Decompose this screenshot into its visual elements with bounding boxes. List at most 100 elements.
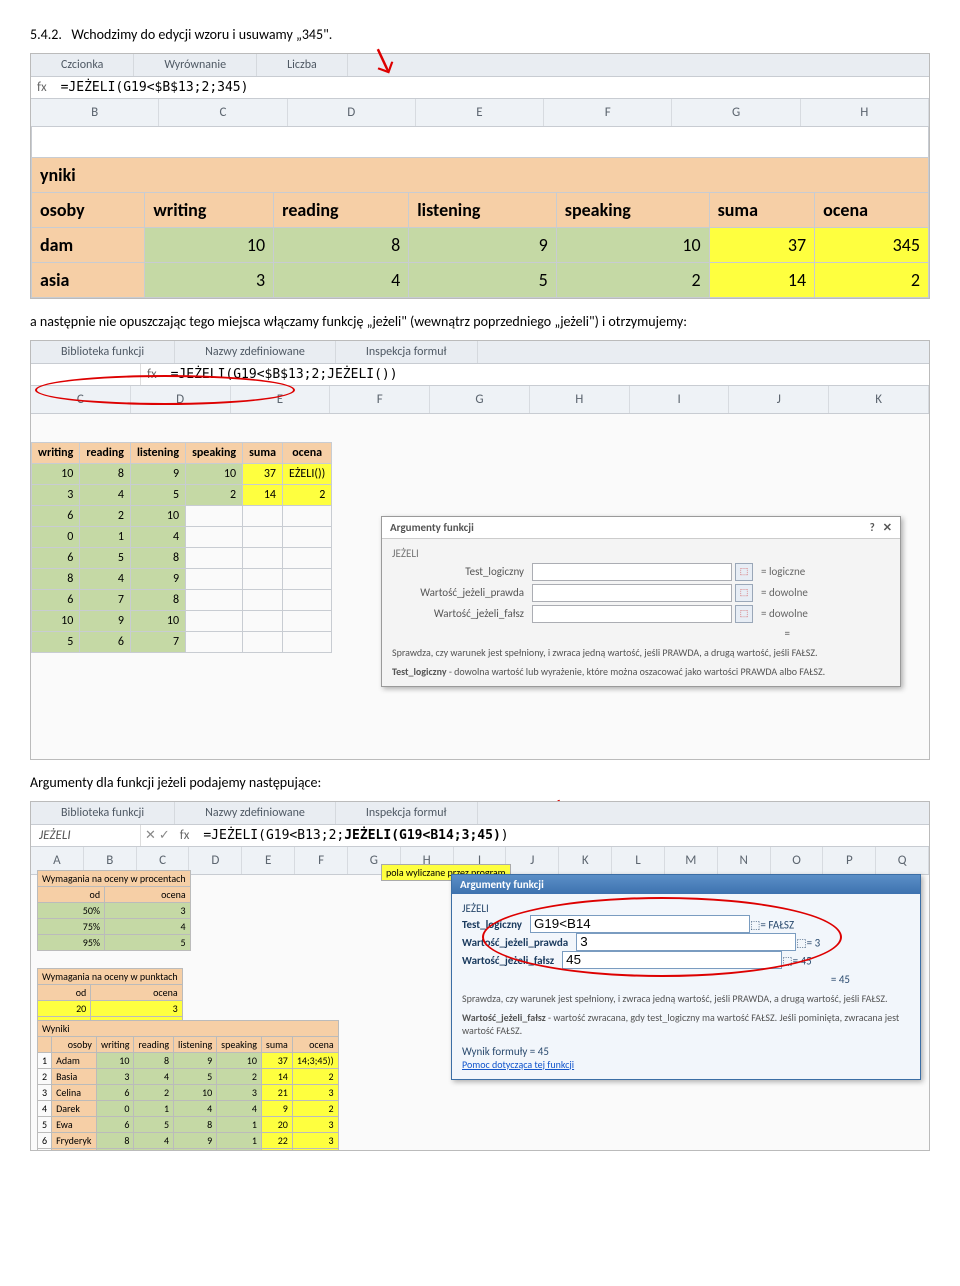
cell[interactable]: ocena — [105, 886, 191, 902]
col-hdr[interactable]: O — [771, 847, 824, 874]
cell[interactable]: 4 — [174, 1100, 217, 1116]
cell[interactable]: 10 — [174, 1084, 217, 1100]
cell[interactable]: 2 — [292, 1100, 338, 1116]
cell[interactable]: 4 — [80, 568, 131, 589]
col-hdr[interactable]: E — [416, 99, 544, 126]
cell[interactable]: writing — [145, 192, 274, 227]
cell[interactable]: ocena — [815, 192, 929, 227]
cell[interactable]: 1 — [217, 1116, 262, 1132]
ref-select-icon[interactable]: ⬚ — [796, 936, 806, 949]
cell[interactable]: listening — [130, 442, 185, 463]
cell[interactable]: 5 — [409, 262, 557, 297]
cell[interactable]: 7 — [134, 1148, 174, 1151]
cell[interactable]: Grzegorz — [52, 1148, 97, 1151]
cell[interactable]: speaking — [217, 1036, 262, 1052]
cell[interactable]: od — [38, 984, 91, 1000]
name-box[interactable] — [31, 364, 141, 385]
cell[interactable]: 3 — [91, 1000, 182, 1016]
col-hdr[interactable]: Q — [876, 847, 929, 874]
col-hdr[interactable]: N — [718, 847, 771, 874]
help-icon[interactable]: ? — [870, 521, 875, 534]
cell[interactable]: Wymagania na oceny w procentach — [38, 870, 191, 886]
cell[interactable]: 9 — [261, 1100, 292, 1116]
cell[interactable]: ocena — [91, 984, 182, 1000]
cell[interactable]: EŻELI()) — [283, 463, 332, 484]
cell[interactable]: 3 — [105, 902, 191, 918]
col-hdr[interactable]: F — [330, 386, 430, 413]
cell[interactable]: 37 — [709, 227, 815, 262]
cell[interactable]: listening — [174, 1036, 217, 1052]
col-hdr[interactable]: K — [829, 386, 929, 413]
cell[interactable]: 9 — [130, 568, 185, 589]
ref-select-icon[interactable]: ⬚ — [735, 584, 753, 602]
cell[interactable]: 10 — [130, 505, 185, 526]
cell[interactable]: 1 — [38, 1052, 52, 1068]
cell[interactable]: 8 — [134, 1052, 174, 1068]
cell[interactable]: 9 — [409, 227, 557, 262]
cell[interactable]: 5 — [105, 934, 191, 950]
col-hdr[interactable]: P — [823, 847, 876, 874]
cell[interactable]: 14;3;45)) — [292, 1052, 338, 1068]
help-link[interactable]: Pomoc dotycząca tej funkcji — [462, 1058, 574, 1071]
cell[interactable]: speaking — [186, 442, 243, 463]
cell[interactable]: ocena — [283, 442, 332, 463]
cell[interactable]: 10 — [96, 1052, 133, 1068]
cell[interactable]: 3 — [217, 1084, 262, 1100]
col-hdr[interactable]: D — [131, 386, 231, 413]
cell[interactable]: speaking — [556, 192, 709, 227]
cell[interactable]: 3 — [32, 484, 80, 505]
cell[interactable]: 3 — [292, 1148, 338, 1151]
col-hdr[interactable]: E — [231, 386, 331, 413]
cell[interactable]: yniki — [32, 157, 929, 192]
cell[interactable]: Ewa — [52, 1116, 97, 1132]
col-hdr[interactable]: K — [559, 847, 612, 874]
cell[interactable]: 14 — [709, 262, 815, 297]
cell[interactable]: 6 — [32, 547, 80, 568]
col-hdr[interactable]: G — [672, 99, 800, 126]
cell[interactable]: 5 — [32, 631, 80, 652]
cell[interactable]: Celina — [52, 1084, 97, 1100]
cell[interactable]: 10 — [32, 610, 80, 631]
cell[interactable]: 8 — [130, 589, 185, 610]
name-box[interactable]: JEŻELI — [31, 825, 141, 846]
cell[interactable]: suma — [261, 1036, 292, 1052]
cell[interactable]: Wymagania na oceny w punktach — [38, 968, 183, 984]
function-arguments-dialog-blue[interactable]: Argumenty funkcji JEŻELI Test_logiczny⬚=… — [451, 874, 921, 1080]
cell[interactable]: 21 — [261, 1084, 292, 1100]
arg-input-test[interactable] — [530, 915, 750, 933]
arg-input-true[interactable] — [576, 933, 796, 951]
ref-select-icon[interactable]: ⬚ — [750, 918, 760, 931]
cell[interactable]: 1 — [134, 1100, 174, 1116]
arg-input-false[interactable] — [562, 951, 782, 969]
ref-select-icon[interactable]: ⬚ — [735, 563, 753, 581]
col-hdr[interactable]: D — [288, 99, 416, 126]
cell[interactable]: 50% — [38, 902, 105, 918]
cell[interactable]: 2 — [556, 262, 709, 297]
col-hdr[interactable]: J — [506, 847, 559, 874]
cell[interactable]: 5 — [38, 1116, 52, 1132]
cell[interactable]: 4 — [134, 1132, 174, 1148]
cell[interactable]: 8 — [80, 463, 131, 484]
cell[interactable]: 75% — [38, 918, 105, 934]
close-icon[interactable]: ✕ — [883, 521, 892, 534]
fx-icon[interactable]: fx — [141, 365, 163, 384]
cell[interactable]: 5 — [80, 547, 131, 568]
cell[interactable]: 6 — [96, 1084, 133, 1100]
cell[interactable]: 4 — [217, 1100, 262, 1116]
cell[interactable]: 345 — [815, 227, 929, 262]
cell[interactable]: 4 — [134, 1068, 174, 1084]
cell[interactable]: 14 — [261, 1068, 292, 1084]
cell[interactable]: listening — [409, 192, 557, 227]
cell[interactable]: 9 — [174, 1132, 217, 1148]
fx-icon[interactable]: fx — [31, 78, 53, 97]
col-hdr[interactable]: I — [630, 386, 730, 413]
cell[interactable]: 2 — [283, 484, 332, 505]
cell[interactable]: 2 — [292, 1068, 338, 1084]
cell[interactable]: osoby — [32, 192, 145, 227]
cell[interactable]: 9 — [80, 610, 131, 631]
cell[interactable]: 2 — [217, 1068, 262, 1084]
cell[interactable]: 9 — [130, 463, 185, 484]
cell[interactable]: 6 — [38, 1132, 52, 1148]
cell[interactable]: dam — [32, 227, 145, 262]
col-hdr[interactable]: E — [242, 847, 295, 874]
